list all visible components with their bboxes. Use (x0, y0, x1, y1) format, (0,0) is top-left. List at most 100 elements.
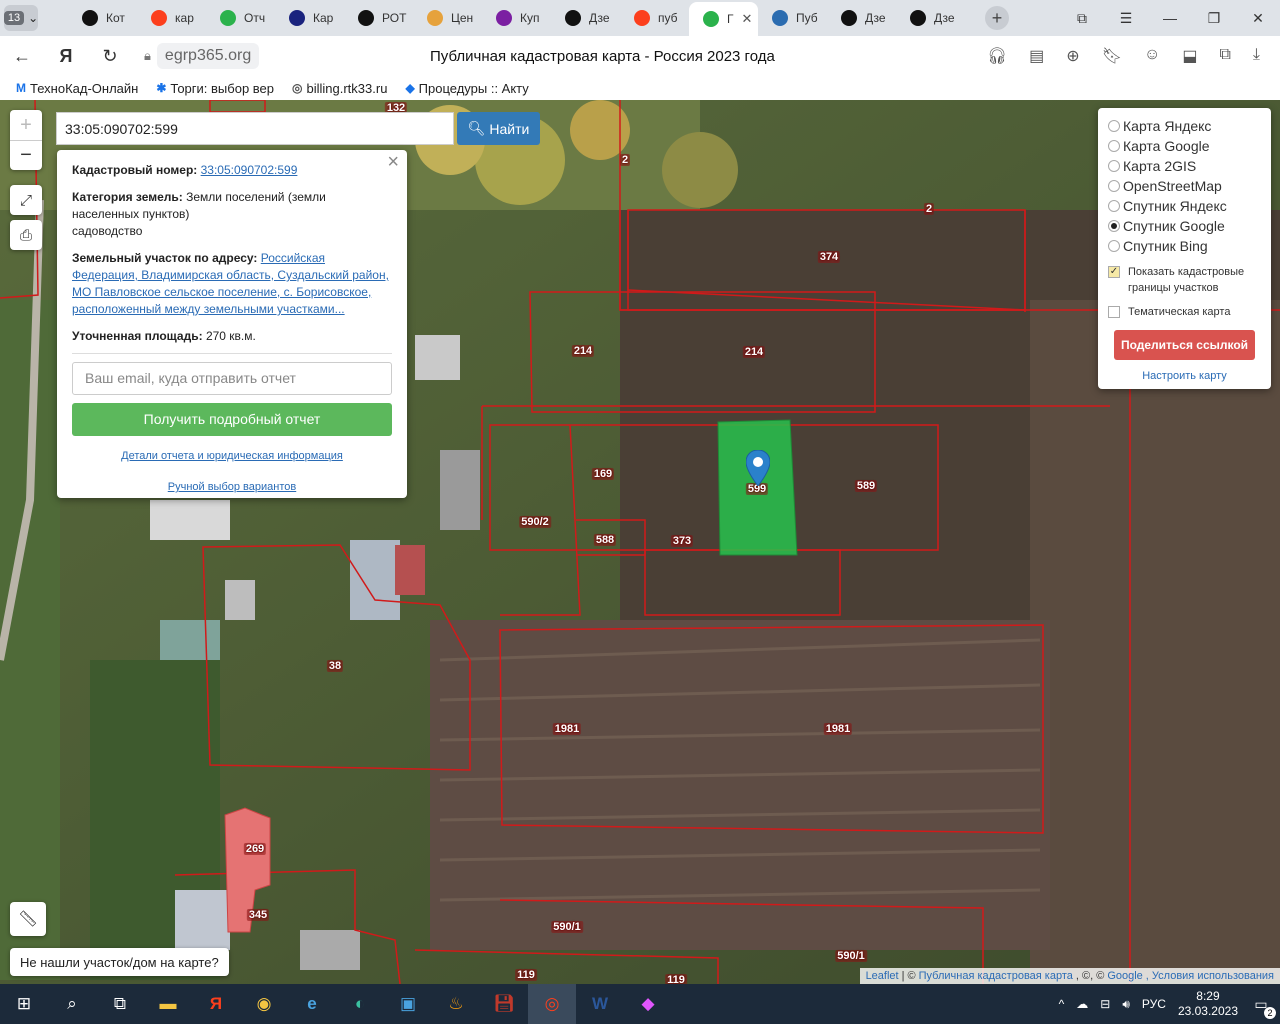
parcel-number-label[interactable]: 590/1 (551, 921, 583, 933)
layer-option[interactable]: Спутник Bing (1108, 236, 1261, 256)
parcel-number-label[interactable]: 1981 (552, 723, 582, 735)
flame-app-icon[interactable]: ♨ (432, 984, 480, 1024)
notification-icon[interactable]: ▭ 2 (1250, 993, 1276, 1019)
parcel-number-label[interactable]: 269 (243, 843, 267, 855)
chrome-icon[interactable]: ◉ (240, 984, 288, 1024)
network-icon[interactable]: ⊟ (1100, 997, 1110, 1011)
back-icon[interactable]: ← (0, 46, 44, 67)
radio-selected-icon[interactable] (1108, 220, 1120, 232)
browser-tab[interactable]: Дзе (896, 3, 965, 33)
radio-icon[interactable] (1108, 160, 1120, 172)
language-indicator[interactable]: РУС (1142, 997, 1166, 1011)
share-link-button[interactable]: Поделиться ссылкой (1114, 330, 1255, 360)
radio-icon[interactable] (1108, 240, 1120, 252)
layer-option[interactable]: OpenStreetMap (1108, 176, 1261, 196)
profile-icon[interactable]: ☺ (1144, 46, 1160, 66)
ruler-icon[interactable]: 📏︎ (10, 902, 46, 936)
windows-start-icon[interactable]: ⊞ (0, 984, 48, 1024)
thematic-map-toggle[interactable]: Тематическая карта (1108, 304, 1261, 320)
minimize-icon[interactable]: — (1148, 10, 1192, 27)
email-field[interactable]: Ваш email, куда отправить отчет (72, 362, 392, 395)
parcel-number-label[interactable]: 214 (571, 345, 595, 357)
parcel-number-label[interactable]: 38 (326, 660, 344, 672)
parcel-number-label[interactable]: 119 (515, 969, 537, 981)
yandex-logo-icon[interactable]: Я (44, 46, 88, 67)
yandex-app-icon[interactable]: Я (192, 984, 240, 1024)
layer-option[interactable]: Карта Яндекс (1108, 116, 1261, 136)
tray-chevron-icon[interactable]: ^ (1059, 997, 1065, 1011)
zoom-in-button[interactable]: + (10, 110, 42, 140)
print-icon[interactable]: ⎙ (10, 220, 42, 250)
restore-icon[interactable]: ❐ (1192, 10, 1236, 27)
browser-tab[interactable]: Отч (206, 3, 275, 33)
layer-option[interactable]: Карта 2GIS (1108, 156, 1261, 176)
browser-tab[interactable]: Кот (68, 3, 137, 33)
parcel-number-label[interactable]: 590/2 (519, 516, 551, 528)
file-explorer-icon[interactable]: ▬ (144, 984, 192, 1024)
terms-link[interactable]: , Условия использования (1146, 970, 1274, 982)
cadastral-number-link[interactable]: 33:05:090702:599 (201, 163, 298, 177)
search-button[interactable]: 🔍︎ Найти (457, 112, 540, 145)
pkk-link[interactable]: Публичная кадастровая карта (919, 970, 1073, 982)
close-tab-icon[interactable]: ✕ (742, 11, 753, 27)
reload-icon[interactable]: ↻ (88, 46, 132, 67)
download-icon[interactable]: ⤓ (1253, 46, 1260, 66)
browser-tab[interactable]: кар (137, 3, 206, 33)
edge-icon[interactable]: ◐ (336, 984, 384, 1024)
browser-tab[interactable]: Пуб (758, 3, 827, 33)
url-text[interactable]: egrp365.org (156, 43, 260, 69)
bookmark-icon[interactable]: 🔖︎ (1102, 46, 1122, 66)
not-found-button[interactable]: Не нашли участок/дом на карте? (10, 948, 229, 976)
parcel-number-label[interactable]: 169 (591, 468, 615, 480)
save-app-icon[interactable]: 💾︎ (480, 984, 528, 1024)
manual-selection-link[interactable]: Ручной выбор вариантов (168, 481, 296, 493)
tune-map-link[interactable]: Настроить карту (1142, 370, 1227, 382)
reader-icon[interactable]: ▤ (1029, 46, 1044, 66)
fullscreen-icon[interactable]: ⤢ (10, 185, 42, 215)
bookmark-4[interactable]: ◆ Процедуры :: Акту (405, 81, 528, 96)
app-icon[interactable]: ▣ (384, 984, 432, 1024)
browser-tab[interactable]: Дзе (551, 3, 620, 33)
new-tab-button[interactable]: + (985, 6, 1009, 30)
browser-tab[interactable]: пуб (620, 3, 689, 33)
volume-icon[interactable]: 🔊︎ (1122, 997, 1130, 1012)
search-icon[interactable]: ⌕ (48, 984, 96, 1024)
radio-icon[interactable] (1108, 140, 1120, 152)
map-marker-icon[interactable] (746, 450, 770, 486)
parcel-number-label[interactable]: 588 (593, 534, 617, 546)
google-link[interactable]: Google (1107, 970, 1142, 982)
checkbox-icon[interactable] (1108, 306, 1120, 318)
parcel-number-label[interactable]: 119 (665, 974, 687, 984)
show-boundaries-toggle[interactable]: ✓ Показать кадастровые границы участков (1108, 264, 1261, 296)
zoom-out-button[interactable]: − (10, 140, 42, 170)
layer-option[interactable]: Спутник Google (1108, 216, 1261, 236)
checkbox-checked-icon[interactable]: ✓ (1108, 266, 1120, 278)
collections-icon[interactable]: ⧉ (1219, 46, 1230, 66)
browser-tab[interactable]: Дзе (827, 3, 896, 33)
onedrive-icon[interactable]: ☁ (1076, 997, 1088, 1011)
downloads-icon[interactable]: ⬓ (1182, 46, 1197, 66)
tab-overview-icon[interactable]: ⧉ (1060, 10, 1104, 27)
word-icon[interactable]: W (576, 984, 624, 1024)
radio-icon[interactable] (1108, 200, 1120, 212)
headphones-icon[interactable]: 🎧︎ (987, 46, 1007, 66)
parcel-number-label[interactable]: 1981 (823, 723, 853, 735)
parcel-number-label[interactable]: 373 (670, 535, 694, 547)
browser-tab[interactable]: РОТ (344, 3, 413, 33)
bookmark-3[interactable]: ◎ billing.rtk33.ru (292, 81, 387, 96)
report-details-link[interactable]: Детали отчета и юридическая информация (121, 450, 343, 462)
clock[interactable]: 8:29 23.03.2023 (1178, 989, 1238, 1019)
parcel-number-label[interactable]: 345 (246, 909, 270, 921)
extension-icon[interactable]: ⊕ (1066, 46, 1079, 66)
leaflet-link[interactable]: Leaflet (866, 970, 899, 982)
task-view-icon[interactable]: ⧉ (96, 984, 144, 1024)
maps-app-icon[interactable]: ◆ (624, 984, 672, 1024)
cadastral-search-input[interactable]: 33:05:090702:599 (56, 112, 454, 145)
menu-icon[interactable]: ☰ (1104, 10, 1148, 27)
yandex-browser-icon[interactable]: ◎ (528, 984, 576, 1024)
parcel-number-label[interactable]: 2 (923, 203, 935, 215)
layer-option[interactable]: Карта Google (1108, 136, 1261, 156)
parcel-number-label[interactable]: 214 (742, 346, 766, 358)
ie-icon[interactable]: e (288, 984, 336, 1024)
get-report-button[interactable]: Получить подробный отчет (72, 403, 392, 436)
